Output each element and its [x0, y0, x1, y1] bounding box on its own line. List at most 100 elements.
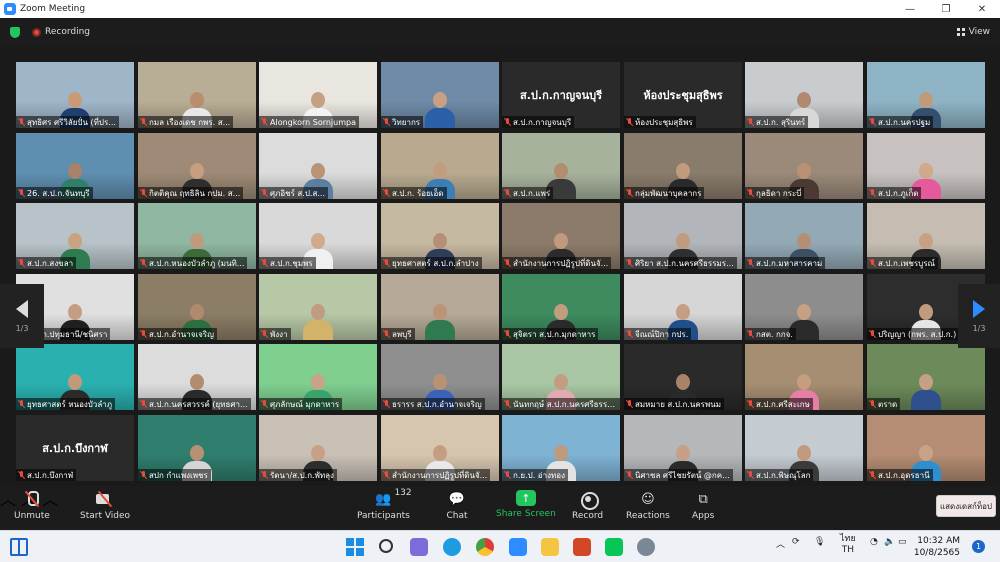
participant-video-tile[interactable]: ส.ป.ก.อุดรธานี [867, 415, 985, 481]
participant-video-tile[interactable]: ส.ป.ก.นครสวรรค์ (ยุทธศา... [138, 344, 256, 410]
participant-video-tile[interactable]: ส.ป.ก.หนองบัวลำภู (มนทิ... [138, 203, 256, 269]
participant-name: กุลธิดา กระบี่ [756, 188, 802, 198]
apps-button[interactable]: ⧉ Apps [692, 490, 714, 522]
participant-video-tile[interactable]: ส.ป.ก.ศรีสะเกษ [745, 344, 863, 410]
participant-video-tile[interactable]: ส.ป.ก. ร้อยเอ็ด [381, 133, 499, 199]
participant-video-tile[interactable]: พังงา [259, 274, 377, 340]
participant-video-tile[interactable]: กุลธิดา กระบี่ [745, 133, 863, 199]
participant-video-tile[interactable]: กลุ่มพัฒนาบุคลากร [624, 133, 742, 199]
participant-video-tile[interactable]: ส.ป.ก.ชุมพร [259, 203, 377, 269]
participant-video-tile[interactable]: ส.ป.ก.บึงกาฬ ส.ป.ก.บึงกาฬ [16, 415, 134, 481]
participant-name: สุจิตรา ส.ป.ก.มุกดาหาร [513, 329, 596, 339]
participant-video-tile[interactable]: รัตนา/ส.ป.ก.พัทลุง [259, 415, 377, 481]
participant-video-tile[interactable]: ส.ป.ก.นครปฐม [867, 62, 985, 128]
line-app-icon[interactable] [605, 538, 623, 556]
participant-video-tile[interactable]: วิทยากร [381, 62, 499, 128]
participant-name-bar: ธรารร ส.ป.ก.อำนาจเจริญ [381, 398, 485, 410]
teams-chat-icon[interactable] [410, 538, 428, 556]
participant-video-tile[interactable]: นิศาชล ศรีไชยรัตน์ @กค... [624, 415, 742, 481]
muted-microphone-icon [261, 189, 268, 197]
grid-view-icon [956, 28, 965, 36]
minimize-button[interactable]: — [892, 0, 928, 18]
participant-video-tile[interactable]: ส.ป.ก.กาญจนบุรี ส.ป.ก.กาญจนบุรี [502, 62, 620, 128]
recording-label[interactable]: Recording [45, 27, 90, 37]
participant-video-tile[interactable]: ส.ป.ก. สุรินทร์ [745, 62, 863, 128]
participant-video-tile[interactable]: ส.ป.ก.พิษณุโลก [745, 415, 863, 481]
participants-button[interactable]: 👥 132 Participants [357, 488, 412, 521]
previous-page-button[interactable]: 1/3 [0, 284, 44, 348]
view-button[interactable]: View [956, 27, 990, 37]
notification-badge[interactable]: 1 [972, 540, 985, 553]
search-icon[interactable] [379, 539, 393, 553]
participant-video-tile[interactable]: ส.ป.ก.เพชรบูรณ์ [867, 203, 985, 269]
next-page-button[interactable]: 1/3 [958, 284, 1000, 348]
zoom-logo-icon [4, 3, 16, 15]
muted-microphone-icon [747, 330, 754, 338]
participant-video-tile[interactable]: ธรารร ส.ป.ก.อำนาจเจริญ [381, 344, 499, 410]
muted-microphone-icon [261, 259, 268, 267]
participant-video-tile[interactable]: 26. ส.ป.ก.จันทบุรี [16, 133, 134, 199]
encryption-shield-icon[interactable] [10, 26, 20, 38]
muted-microphone-icon [140, 400, 147, 408]
participant-video-tile[interactable]: นันทกฤษ์ ส.ป.ก.นครศรีธรรมร... [502, 344, 620, 410]
participant-video-tile[interactable]: ยุทธศาสตร์ ส.ป.ก.ลำปาง [381, 203, 499, 269]
record-button[interactable]: Record [572, 490, 603, 521]
zoom-app-icon[interactable] [509, 538, 527, 556]
participant-video-tile[interactable]: ก.ย.ป. อ่างทอง [502, 415, 620, 481]
participant-video-tile[interactable]: สุจิตรา ส.ป.ก.มุกดาหาร [502, 274, 620, 340]
participant-video-tile[interactable]: กิตติคุณ ฤทธิลิน กปม. ส... [138, 133, 256, 199]
powerpoint-icon[interactable] [573, 538, 591, 556]
unmute-button[interactable]: Unmute [14, 490, 50, 521]
maximize-button[interactable]: ❐ [928, 0, 964, 18]
participant-video-tile[interactable]: ส.ป.ก.ภูเก็ต [867, 133, 985, 199]
chrome-browser-icon[interactable] [476, 538, 494, 556]
participant-video-tile[interactable]: ศุภอิชร์ ส.ป.ส... [259, 133, 377, 199]
volume-icon[interactable]: 🔈 [884, 537, 895, 547]
participant-video-tile[interactable]: สปก กำแพงเพชร [138, 415, 256, 481]
settings-gear-icon[interactable] [637, 538, 655, 556]
participant-video-tile[interactable]: ลพบุรี [381, 274, 499, 340]
participant-video-tile[interactable]: กมล เรืองเดช กพร. ส... [138, 62, 256, 128]
participant-video-tile[interactable]: ห้องประชุมสุธิพร ห้องประชุมสุธิพร [624, 62, 742, 128]
language-indicator[interactable]: ไทย TH [840, 534, 856, 556]
participant-video-tile[interactable]: Alongkorn Sornjumpa [259, 62, 377, 128]
show-hidden-icons-chevron-icon[interactable]: ︿ [776, 537, 785, 550]
start-menu-icon[interactable] [346, 538, 364, 556]
reactions-button[interactable]: ☺ Reactions [626, 490, 670, 522]
participant-video-tile[interactable]: ส.ป.ก.สงขลา [16, 203, 134, 269]
muted-microphone-icon [747, 189, 754, 197]
show-desktop-button[interactable]: แสดงเดสก์ท็อป [936, 495, 996, 517]
participant-name-bar: ยุทธศาสตร์ ส.ป.ก.ลำปาง [381, 257, 482, 269]
participant-video-tile[interactable]: ศิริยา ส.ป.ก.นครศรีธรรมร... [624, 203, 742, 269]
participant-name-bar: ส.ป.ก. ร้อยเอ็ด [381, 187, 447, 199]
participant-video-tile[interactable]: กสต. กกจ. [745, 274, 863, 340]
participant-video-tile[interactable]: ศุภลักษณ์ มุกดาหาร [259, 344, 377, 410]
microphone-tray-icon[interactable]: 🎙 [814, 537, 825, 547]
participant-video-tile[interactable]: ยุทธศาสตร์ หนองบัวลำภู [16, 344, 134, 410]
start-video-button[interactable]: Start Video [80, 490, 130, 521]
participant-video-tile[interactable]: ส.ป.ก.อำนาจเจริญ [138, 274, 256, 340]
edge-browser-icon[interactable] [443, 538, 461, 556]
participant-name: ศุภอิชร์ ส.ป.ส... [270, 188, 325, 198]
muted-microphone-icon [383, 259, 390, 267]
system-clock[interactable]: 10:32 AM 10/8/2565 [900, 535, 960, 559]
participant-video-tile[interactable]: ส.ป.ก.มหาสารคาม [745, 203, 863, 269]
wifi-icon[interactable]: ◔ [870, 537, 878, 547]
chat-button[interactable]: 💬 Chat [446, 490, 468, 522]
participant-video-tile[interactable]: สมหมาย ส.ป.ก.นครพนม [624, 344, 742, 410]
sync-icon[interactable]: ⟳ [792, 537, 800, 547]
participant-video-tile[interactable]: สำนักงานการปฏิรูปที่ดินจั... [381, 415, 499, 481]
title-bar: Zoom Meeting — ❐ ✕ [0, 0, 1000, 18]
participant-video-tile[interactable]: สำนักงานการปฏิรูปที่ดินจั... [502, 203, 620, 269]
share-screen-button[interactable]: ↑ Share Screen [496, 490, 556, 519]
close-button[interactable]: ✕ [964, 0, 1000, 18]
video-grid: สุทธิศร ศรีวิลัยปั่น (ที่ปร... กมล เรืองเ… [0, 46, 1000, 486]
participant-name: ส.ป.ก.ชุมพร [270, 258, 313, 268]
widgets-icon[interactable] [10, 538, 28, 556]
participant-video-tile[interactable]: ส.ป.ก.แพร่ [502, 133, 620, 199]
participant-video-tile[interactable]: จีณณ์ปิกา กปร. [624, 274, 742, 340]
participant-video-tile[interactable]: สุทธิศร ศรีวิลัยปั่น (ที่ปร... [16, 62, 134, 128]
file-explorer-icon[interactable] [541, 538, 559, 556]
recording-icon [32, 27, 41, 37]
participant-video-tile[interactable]: ตราด [867, 344, 985, 410]
